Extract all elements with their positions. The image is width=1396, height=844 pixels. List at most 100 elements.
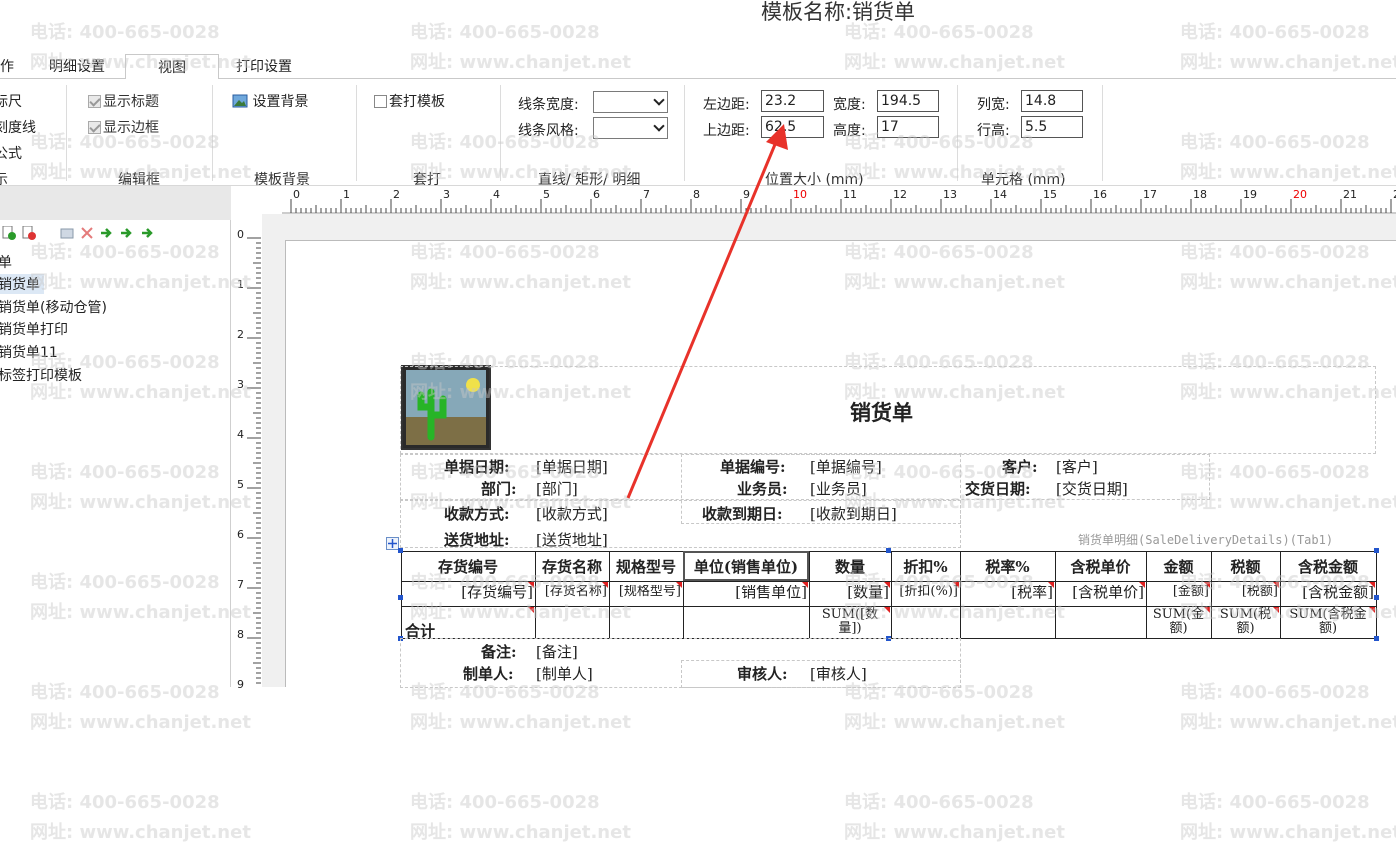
- field-label: 审核人:: [737, 665, 788, 683]
- total-field[interactable]: SUM(税额): [1213, 608, 1278, 636]
- field-value[interactable]: [单据日期]: [536, 456, 608, 477]
- detail-caption: 销货单明细(SaleDeliveryDetails)(Tab1): [1078, 533, 1334, 547]
- red-corner-marker: [1139, 582, 1145, 588]
- field-value[interactable]: [备注]: [536, 641, 578, 662]
- column-header[interactable]: 存货名称: [535, 556, 609, 577]
- field-value[interactable]: [部门]: [536, 478, 578, 499]
- export-icon[interactable]: [120, 226, 134, 240]
- tick-toggle[interactable]: 刻度线: [0, 117, 36, 137]
- ruler-label: 7: [237, 578, 244, 591]
- field-label: 交货日期:: [965, 480, 1031, 498]
- detail-field[interactable]: [销售单位]: [685, 585, 807, 599]
- watermark-text: 网址: www.chanjet.net: [30, 822, 251, 843]
- row-height-input[interactable]: 5.5: [1021, 116, 1083, 138]
- copy-icon[interactable]: [60, 226, 74, 240]
- field-value[interactable]: [制单人]: [536, 663, 593, 684]
- tab-operation[interactable]: 作: [0, 54, 20, 79]
- tree-item[interactable]: 销货单11: [0, 342, 58, 362]
- total-field[interactable]: SUM([数量]): [811, 608, 889, 636]
- column-header[interactable]: 折扣%: [891, 556, 960, 577]
- detail-field[interactable]: [税额]: [1213, 585, 1278, 599]
- selection-handle[interactable]: [398, 595, 403, 600]
- detail-field[interactable]: [数量]: [811, 585, 889, 599]
- field-value[interactable]: [收款方式]: [536, 503, 608, 524]
- show-title-checkbox[interactable]: 显示标题: [88, 91, 159, 111]
- total-field[interactable]: SUM(含税金额): [1282, 608, 1374, 636]
- tab-view[interactable]: 视图: [125, 54, 219, 80]
- group-separator: [500, 85, 501, 181]
- detail-field[interactable]: [规格型号]: [611, 585, 681, 599]
- set-background-button[interactable]: 设置背景: [232, 91, 308, 111]
- ruler-label: 14: [993, 188, 1007, 201]
- field-value[interactable]: [客户]: [1056, 456, 1098, 477]
- group-separator: [356, 85, 357, 181]
- tree-item-selected[interactable]: 销货单: [0, 274, 44, 294]
- detail-field[interactable]: [存货编号]: [403, 585, 533, 599]
- selection-handle[interactable]: [398, 548, 403, 553]
- selection-handle[interactable]: [1374, 595, 1379, 600]
- total-field[interactable]: SUM(金额): [1148, 608, 1209, 636]
- detail-field[interactable]: [含税金额]: [1282, 585, 1374, 599]
- field-value[interactable]: [审核人]: [810, 663, 867, 684]
- width-input[interactable]: 194.5: [877, 90, 939, 112]
- overprint-checkbox[interactable]: 套打模板: [374, 91, 445, 111]
- field-value[interactable]: [送货地址]: [536, 529, 608, 550]
- ruler-label: 6: [237, 528, 244, 541]
- column-header[interactable]: 税额: [1211, 556, 1280, 577]
- column-header[interactable]: 单位(销售单位): [683, 556, 809, 577]
- cancel-icon[interactable]: [80, 226, 94, 240]
- tree-item[interactable]: 标签打印模板: [0, 365, 82, 385]
- tab-detail-settings[interactable]: 明细设置: [43, 54, 111, 79]
- report-title[interactable]: 销货单: [850, 397, 913, 427]
- selection-handle[interactable]: [1374, 548, 1379, 553]
- ruler-label: 3: [443, 188, 450, 201]
- field-value[interactable]: [交货日期]: [1056, 478, 1128, 499]
- ruler-label: 2: [393, 188, 400, 201]
- detail-field[interactable]: [存货名称]: [537, 585, 607, 599]
- column-header[interactable]: 规格型号: [609, 556, 683, 577]
- tree-item[interactable]: 销货单(移动仓管): [0, 297, 107, 317]
- field-value[interactable]: [单据编号]: [810, 456, 882, 477]
- field-value[interactable]: [收款到期日]: [810, 503, 897, 524]
- column-header[interactable]: 税率%: [960, 556, 1055, 577]
- ruler-ticks: [247, 237, 261, 684]
- watermark-text: 网址: www.chanjet.net: [844, 712, 1065, 733]
- top-margin-label: 上边距:: [703, 123, 750, 139]
- detail-field[interactable]: [税率]: [962, 585, 1053, 599]
- col-width-input[interactable]: 14.8: [1021, 90, 1083, 112]
- column-header[interactable]: 含税单价: [1055, 556, 1146, 577]
- line-width-select[interactable]: [593, 91, 668, 113]
- delete-icon[interactable]: [22, 225, 36, 240]
- red-corner-marker: [528, 607, 534, 613]
- detail-field[interactable]: [金额]: [1148, 585, 1209, 599]
- detail-field[interactable]: [含税单价]: [1057, 585, 1144, 599]
- field-value[interactable]: [业务员]: [810, 478, 867, 499]
- show-border-checkbox[interactable]: 显示边框: [88, 117, 159, 137]
- column-header[interactable]: 金额: [1146, 556, 1211, 577]
- chevron-down-icon: [653, 120, 665, 132]
- ruler-label: 18: [1193, 188, 1207, 201]
- tree-item[interactable]: 销货单打印: [0, 319, 68, 339]
- formula-toggle[interactable]: 公式: [0, 143, 22, 163]
- selection-handle[interactable]: [1374, 636, 1379, 641]
- import-icon[interactable]: [100, 226, 114, 240]
- red-corner-marker: [1204, 582, 1210, 588]
- tree-item[interactable]: 单: [0, 252, 12, 272]
- watermark-text: 电话: 400-665-0028: [30, 792, 220, 813]
- ruler-toggle[interactable]: 标尺: [0, 91, 22, 111]
- column-header[interactable]: 存货编号: [401, 556, 535, 577]
- column-header[interactable]: 数量: [809, 556, 891, 577]
- watermark-text: 网址: www.chanjet.net: [1180, 712, 1396, 733]
- selection-handle[interactable]: [886, 548, 891, 553]
- refresh-icon[interactable]: [140, 226, 154, 240]
- top-margin-input[interactable]: 62.5: [761, 116, 824, 138]
- add-icon[interactable]: [2, 225, 16, 240]
- line-style-select[interactable]: [593, 117, 668, 139]
- height-input[interactable]: 17: [877, 116, 939, 138]
- watermark-text: 网址: www.chanjet.net: [410, 822, 631, 843]
- ruler-label: 9: [237, 678, 244, 691]
- column-header[interactable]: 含税金额: [1280, 556, 1376, 577]
- tab-print-settings[interactable]: 打印设置: [230, 54, 298, 79]
- detail-field[interactable]: [折扣(%)]: [893, 585, 958, 599]
- left-margin-input[interactable]: 23.2: [761, 90, 824, 112]
